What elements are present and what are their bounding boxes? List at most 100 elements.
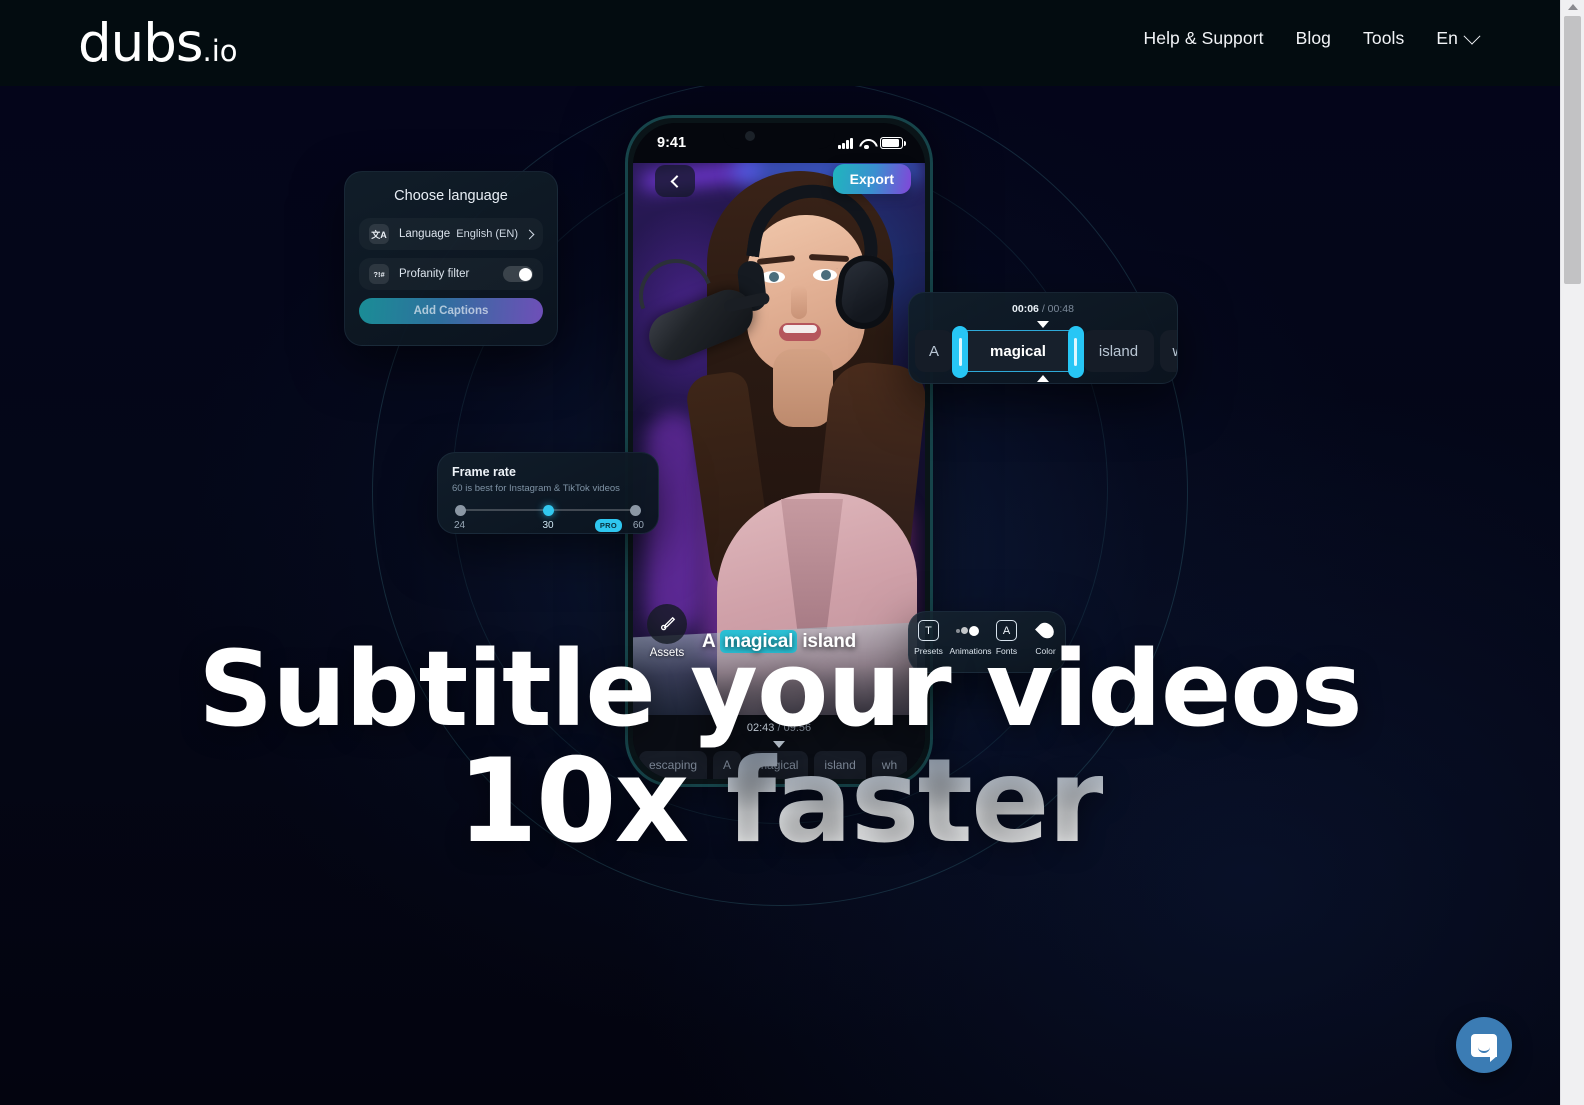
chevron-left-icon xyxy=(670,174,683,188)
language-row[interactable]: 文A Language English (EN) xyxy=(359,218,543,250)
timeline-word[interactable]: escaping xyxy=(639,751,708,779)
timeline-total-time: 09:56 xyxy=(783,722,812,734)
animations-icon xyxy=(956,620,979,641)
playhead-caret-top-icon xyxy=(1037,321,1049,328)
frame-rate-ticks: 24 30 PRO 60 xyxy=(452,519,644,533)
phone-notch xyxy=(723,123,835,149)
browser-scrollbar[interactable] xyxy=(1560,0,1584,1105)
language-switcher-label: En xyxy=(1436,28,1458,48)
slider-knob-60[interactable] xyxy=(630,505,641,516)
timeline-word[interactable]: island xyxy=(814,751,866,779)
chat-launcher-button[interactable] xyxy=(1456,1017,1512,1073)
color-drop-icon xyxy=(1034,619,1057,642)
chat-bubble-icon xyxy=(1471,1033,1497,1062)
timeline-word[interactable]: island xyxy=(1082,330,1155,372)
profanity-filter-label: Profanity filter xyxy=(399,268,470,280)
tool-presets-label: Presets xyxy=(914,646,943,656)
nav-item-blog[interactable]: Blog xyxy=(1296,28,1331,49)
site-logo[interactable]: dubs.io xyxy=(78,17,238,70)
add-captions-button[interactable]: Add Captions xyxy=(359,298,543,324)
assets-button[interactable]: Assets xyxy=(645,604,689,659)
logo-main: dubs xyxy=(78,13,203,74)
word-timeline-strip[interactable]: A magical island wh xyxy=(909,326,1177,378)
nav-item-help-support[interactable]: Help & Support xyxy=(1144,28,1264,49)
trim-handle-left[interactable] xyxy=(952,326,969,378)
timeline-current-time: 02:43 xyxy=(746,722,775,734)
pro-badge: PRO xyxy=(594,519,622,532)
battery-icon xyxy=(880,137,906,149)
caption-highlight-word: magical xyxy=(719,630,798,653)
phone-mockup: A magical island Assets 9:41 Export 02:4… xyxy=(625,115,933,787)
browser-viewport: A magical island Assets 9:41 Export 02:4… xyxy=(0,0,1560,1105)
hero-section: A magical island Assets 9:41 Export 02:4… xyxy=(0,86,1560,1105)
timeline-word[interactable]: wh xyxy=(1160,330,1177,372)
word-timeline-time: 00:06 / 00:48 xyxy=(909,303,1177,315)
timeline-word[interactable]: magical xyxy=(747,751,809,779)
playhead-caret-icon xyxy=(773,741,785,748)
frame-rate-slider[interactable] xyxy=(452,505,644,516)
tick-label-60: 60 xyxy=(632,520,644,531)
text-preset-icon: T xyxy=(918,620,939,641)
caption-text-after: island xyxy=(797,631,857,652)
timeline-word[interactable]: wh xyxy=(871,751,908,779)
tick-label-24: 24 xyxy=(454,520,466,531)
phone-timeline-time: 02:43 / 09:56 xyxy=(633,715,925,734)
frame-rate-subtitle: 60 is best for Instagram & TikTok videos xyxy=(452,483,620,494)
word-timeline-total: 00:48 xyxy=(1047,303,1074,315)
brush-icon xyxy=(647,604,687,644)
back-button[interactable] xyxy=(655,165,695,197)
choose-language-title: Choose language xyxy=(394,188,508,204)
choose-language-card: Choose language 文A Language English (EN)… xyxy=(344,171,558,346)
logo-suffix: .io xyxy=(202,34,238,68)
translate-icon: 文A xyxy=(369,224,389,244)
phone-screen: A magical island Assets 9:41 Export 02:4… xyxy=(633,123,925,779)
chevron-right-icon xyxy=(524,229,535,239)
tool-animations-label: Animations xyxy=(949,646,992,656)
scroll-up-arrow-icon[interactable] xyxy=(1567,4,1578,10)
page-root: A magical island Assets 9:41 Export 02:4… xyxy=(0,0,1584,1105)
export-button[interactable]: Export xyxy=(832,164,911,194)
tick-label-30: 30 xyxy=(542,520,554,531)
timeline-separator: / xyxy=(774,722,784,734)
language-row-value: English (EN) xyxy=(456,228,518,240)
tool-color[interactable]: Color xyxy=(1028,619,1064,656)
word-timeline-separator: / xyxy=(1038,303,1048,315)
wifi-icon xyxy=(859,138,874,149)
timeline-word[interactable]: A xyxy=(915,330,954,372)
timeline-word[interactable]: A xyxy=(713,751,742,779)
assets-label: Assets xyxy=(649,647,685,659)
slider-knob-24[interactable] xyxy=(455,505,466,516)
playhead-caret-bottom-icon xyxy=(1037,375,1049,382)
trim-handle-right[interactable] xyxy=(1067,326,1084,378)
caption-text-before: A xyxy=(701,631,720,652)
selected-word-label: magical xyxy=(990,342,1046,360)
frame-rate-title: Frame rate xyxy=(452,465,516,479)
cellular-bars-icon xyxy=(838,137,853,149)
profanity-icon: ?!# xyxy=(369,264,389,284)
word-timeline-current: 00:06 xyxy=(1012,303,1039,315)
video-preview[interactable]: A magical island Assets xyxy=(633,163,925,721)
tool-color-label: Color xyxy=(1035,646,1056,656)
tool-fonts[interactable]: A Fonts xyxy=(989,620,1025,656)
profanity-filter-row[interactable]: ?!# Profanity filter xyxy=(359,258,543,290)
subtitle-tools-card: T Presets Animations A Fonts Color xyxy=(908,611,1066,673)
status-time: 9:41 xyxy=(657,135,687,151)
word-timeline-card: 00:06 / 00:48 A magical island wh xyxy=(908,292,1178,384)
phone-word-strip[interactable]: escaping A magical island wh xyxy=(633,751,925,779)
main-nav: Help & Support Blog Tools En xyxy=(1144,27,1481,49)
phone-timeline-bar: 02:43 / 09:56 escaping A magical island … xyxy=(633,715,925,779)
nav-item-tools[interactable]: Tools xyxy=(1363,28,1404,49)
fonts-icon: A xyxy=(996,620,1017,641)
slider-knob-30-selected[interactable] xyxy=(542,505,554,516)
site-header: dubs.io Help & Support Blog Tools En xyxy=(0,0,1560,86)
scrollbar-thumb[interactable] xyxy=(1564,16,1581,284)
tool-animations[interactable]: Animations xyxy=(949,620,992,656)
timeline-word-selected[interactable]: magical xyxy=(952,326,1084,378)
tool-presets[interactable]: T Presets xyxy=(911,620,947,656)
chevron-down-icon xyxy=(1463,27,1481,45)
tool-fonts-label: Fonts xyxy=(995,646,1018,656)
language-row-label: Language xyxy=(399,228,451,240)
profanity-filter-toggle[interactable] xyxy=(503,266,533,282)
language-switcher[interactable]: En xyxy=(1436,27,1481,49)
frame-rate-card: Frame rate 60 is best for Instagram & Ti… xyxy=(437,452,659,534)
